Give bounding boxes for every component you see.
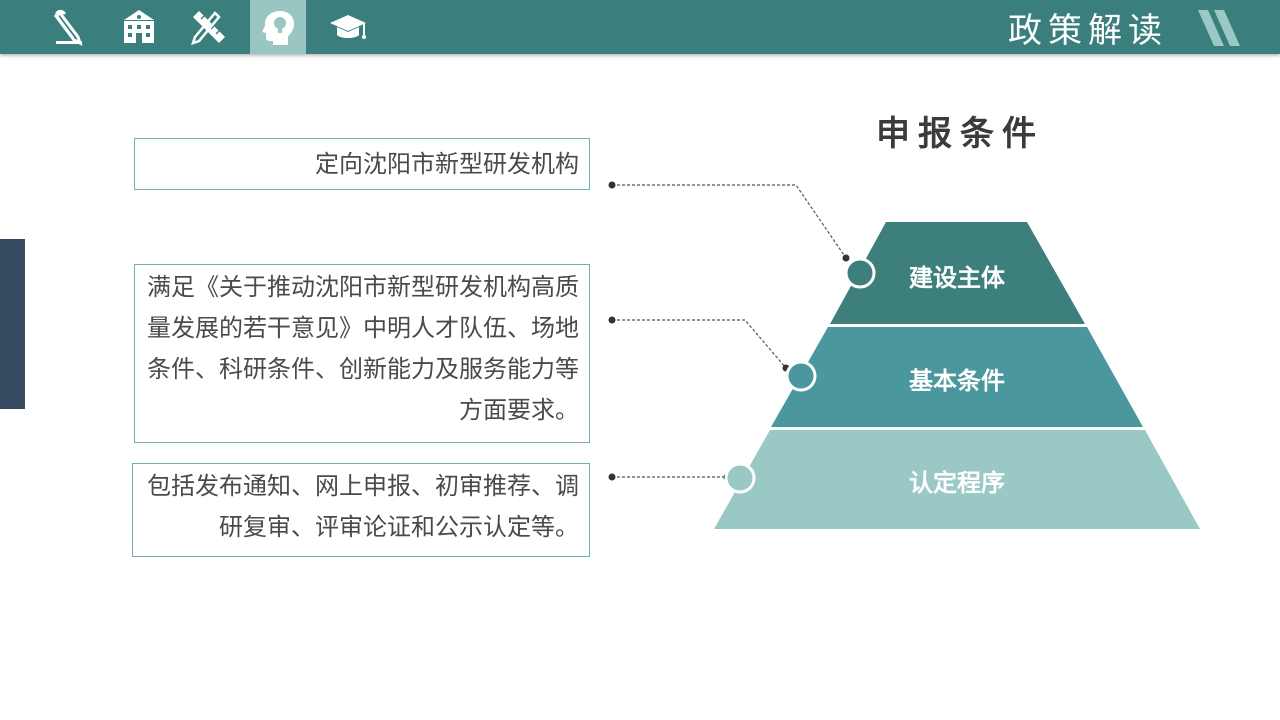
description-box-1: 定向沈阳市新型研发机构 <box>134 138 590 190</box>
description-box-2: 满足《关于推动沈阳市新型研发机构高质量发展的若干意见》中明人才队伍、场地条件、科… <box>134 264 590 443</box>
tier-label-1: 建设主体 <box>909 264 1005 292</box>
connector-dot <box>608 316 616 324</box>
tier-marker-3 <box>724 462 756 494</box>
description-box-3: 包括发布通知、网上申报、初审推荐、调研复审、评审论证和公示认定等。 <box>132 463 590 557</box>
tier-label-3: 认定程序 <box>909 469 1005 497</box>
connector-dot <box>608 181 616 189</box>
connector-line-1 <box>612 184 847 259</box>
tier-marker-1 <box>844 257 876 289</box>
connector-line-2 <box>612 319 787 369</box>
connector-dot <box>608 473 616 481</box>
tier-marker-2 <box>785 360 817 392</box>
connector-dot <box>842 254 850 262</box>
tier-label-2: 基本条件 <box>909 367 1005 395</box>
